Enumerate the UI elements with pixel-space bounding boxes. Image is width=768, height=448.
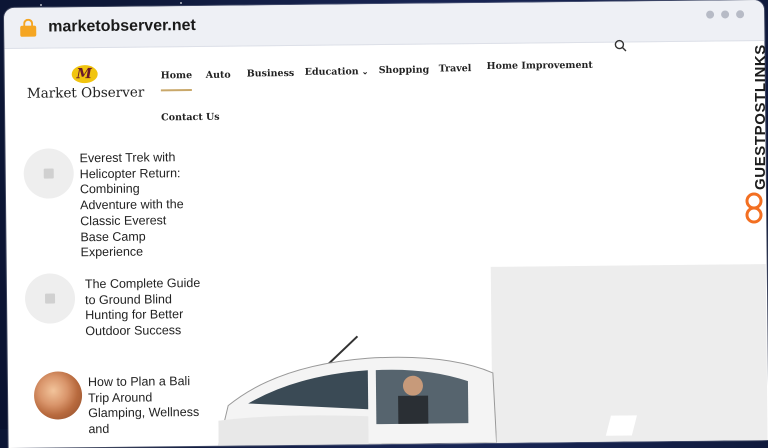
browser-window: marketobserver.net M Market Observer Hom… <box>4 0 768 448</box>
play-shape <box>605 415 637 436</box>
url-text[interactable]: marketobserver.net <box>48 17 196 37</box>
window-dot-icon[interactable] <box>736 10 745 19</box>
nav-shopping[interactable]: Shopping <box>379 65 430 77</box>
post-thumbnail[interactable] <box>23 148 74 199</box>
main-nav: Home Auto Business Education ⌄ Shopping T… <box>157 54 597 124</box>
window-dot-icon[interactable] <box>721 10 730 19</box>
post-title[interactable]: How to Plan a Bali Trip Around Glamping,… <box>88 374 207 438</box>
window-dot-icon[interactable] <box>706 10 715 19</box>
lock-icon <box>20 18 37 37</box>
list-item[interactable]: Everest Trek with Helicopter Return: Com… <box>23 144 199 259</box>
nav-home-improvement[interactable]: Home Improvement <box>487 60 593 72</box>
post-title[interactable]: Everest Trek with Helicopter Return: Com… <box>80 150 199 261</box>
image-placeholder-icon <box>43 168 54 179</box>
image-placeholder-icon <box>44 293 56 304</box>
list-item[interactable]: The Complete Guide to Ground Blind Hunti… <box>24 270 204 362</box>
post-thumbnail[interactable] <box>33 371 83 420</box>
logo-mark-icon: M <box>71 65 98 84</box>
watermark-logo-icon <box>745 192 763 224</box>
nav-travel[interactable]: Travel <box>439 63 472 74</box>
nav-home[interactable]: Home <box>161 70 193 81</box>
window-controls[interactable] <box>706 10 745 19</box>
nav-contact-us[interactable]: Contact Us <box>161 112 220 124</box>
list-item[interactable]: How to Plan a Bali Trip Around Glamping,… <box>26 368 202 448</box>
chevron-down-icon: ⌄ <box>361 66 369 77</box>
nav-education-label: Education <box>304 66 359 78</box>
nav-education[interactable]: Education ⌄ <box>305 66 369 78</box>
site-logo[interactable]: M Market Observer <box>26 65 145 102</box>
post-thumbnail[interactable] <box>24 273 76 324</box>
address-bar[interactable]: marketobserver.net <box>4 0 765 49</box>
nav-business[interactable]: Business <box>247 68 295 79</box>
watermark-text: GUESTPOSTLINKS <box>752 44 768 190</box>
logo-text: Market Observer <box>26 84 145 102</box>
nav-auto[interactable]: Auto <box>206 70 231 81</box>
recent-posts: Everest Trek with Helicopter Return: Com… <box>23 144 200 436</box>
post-title[interactable]: The Complete Guide to Ground Blind Hunti… <box>85 276 204 340</box>
search-icon[interactable] <box>614 39 627 52</box>
